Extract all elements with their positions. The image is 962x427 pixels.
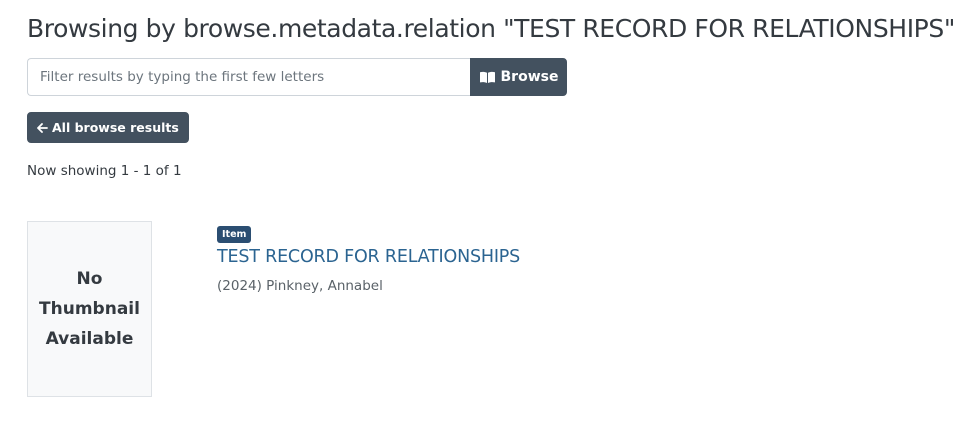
book-open-icon — [479, 71, 496, 84]
all-browse-results-label: All browse results — [52, 120, 179, 135]
thumbnail-placeholder[interactable]: No Thumbnail Available — [27, 221, 152, 397]
results-count: Now showing 1 - 1 of 1 — [27, 163, 182, 179]
filter-input[interactable] — [27, 58, 470, 96]
arrow-left-icon — [37, 122, 48, 133]
item-title-link[interactable]: TEST RECORD FOR RELATIONSHIPS — [217, 247, 520, 267]
browse-page: Browsing by browse.metadata.relation "TE… — [0, 0, 962, 427]
browse-button[interactable]: Browse — [470, 58, 567, 96]
thumbnail-text: No Thumbnail Available — [39, 269, 140, 349]
page-title: Browsing by browse.metadata.relation "TE… — [27, 14, 955, 43]
browse-button-label: Browse — [500, 69, 559, 85]
item-type-badge: Item — [217, 226, 252, 243]
item-metadata: (2024) Pinkney, Annabel — [217, 278, 383, 294]
all-browse-results-button[interactable]: All browse results — [27, 112, 189, 143]
filter-form: Browse — [27, 58, 567, 96]
